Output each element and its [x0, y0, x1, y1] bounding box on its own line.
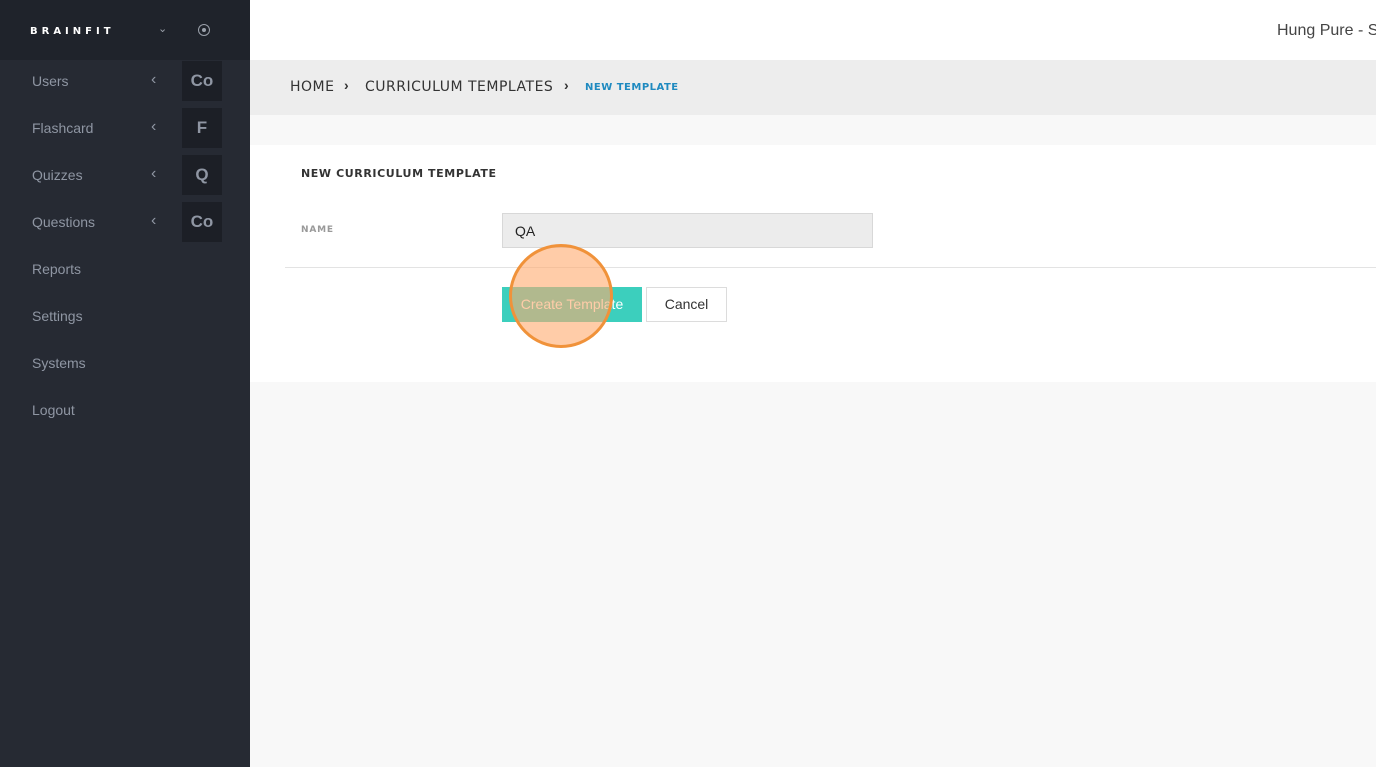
cancel-button[interactable]: Cancel: [646, 287, 727, 322]
form-panel: NEW CURRICULUM TEMPLATE NAME Create Temp…: [250, 145, 1376, 382]
sidebar-item-flashcard[interactable]: Flashcard ‹ F: [0, 107, 250, 154]
chevron-left-icon: ‹: [151, 165, 157, 182]
sidebar-item-label: Users: [32, 73, 69, 89]
name-input[interactable]: [502, 213, 873, 248]
sidebar-item-label: Reports: [32, 261, 82, 277]
top-bar: Hung Pure - S: [250, 0, 1376, 60]
chevron-left-icon: ‹: [151, 71, 157, 88]
sidebar-collapsed-box: Co: [182, 61, 222, 101]
sidebar-item-label: Questions: [32, 214, 96, 230]
sidebar-item-settings[interactable]: Settings: [0, 295, 250, 342]
page-title: NEW CURRICULUM TEMPLATE: [301, 167, 497, 180]
chevron-right-icon: ›: [344, 77, 349, 93]
sidebar-collapsed-box: Q: [182, 155, 222, 195]
sidebar-item-users[interactable]: Users ‹ Co: [0, 60, 250, 107]
user-menu[interactable]: Hung Pure - S: [1277, 22, 1376, 40]
sidebar-header: BRAINFIT ⌄: [0, 0, 250, 60]
chevron-right-icon: ›: [564, 77, 569, 93]
breadcrumb-curriculum-templates[interactable]: CURRICULUM TEMPLATES: [365, 79, 553, 95]
divider: [285, 267, 1376, 268]
sidebar-item-reports[interactable]: Reports: [0, 248, 250, 295]
sidebar-item-label: Quizzes: [32, 167, 83, 183]
sidebar-item-label: Flashcard: [32, 120, 94, 136]
sidebar-item-label: Systems: [32, 355, 86, 371]
sidebar-item-logout[interactable]: Logout: [0, 389, 250, 436]
chevron-down-icon[interactable]: ⌄: [158, 22, 167, 35]
brand-logo[interactable]: BRAINFIT: [30, 26, 115, 37]
breadcrumb-current: NEW TEMPLATE: [585, 82, 679, 93]
sidebar-collapsed-box: Co: [182, 202, 222, 242]
name-field-label: NAME: [301, 225, 334, 235]
sidebar-item-label: Logout: [32, 402, 75, 418]
target-icon[interactable]: [198, 24, 210, 36]
sidebar: BRAINFIT ⌄ Users ‹ Co Flashcard ‹ F Quiz…: [0, 0, 250, 767]
sidebar-item-systems[interactable]: Systems: [0, 342, 250, 389]
sidebar-collapsed-box: F: [182, 108, 222, 148]
breadcrumb: HOME › CURRICULUM TEMPLATES › NEW TEMPLA…: [250, 60, 1376, 115]
sidebar-item-quizzes[interactable]: Quizzes ‹ Q: [0, 154, 250, 201]
chevron-left-icon: ‹: [151, 212, 157, 229]
create-template-button[interactable]: Create Template: [502, 287, 642, 322]
sidebar-item-label: Settings: [32, 308, 83, 324]
breadcrumb-home[interactable]: HOME: [290, 79, 334, 95]
sidebar-item-questions[interactable]: Questions ‹ Co: [0, 201, 250, 248]
chevron-left-icon: ‹: [151, 118, 157, 135]
